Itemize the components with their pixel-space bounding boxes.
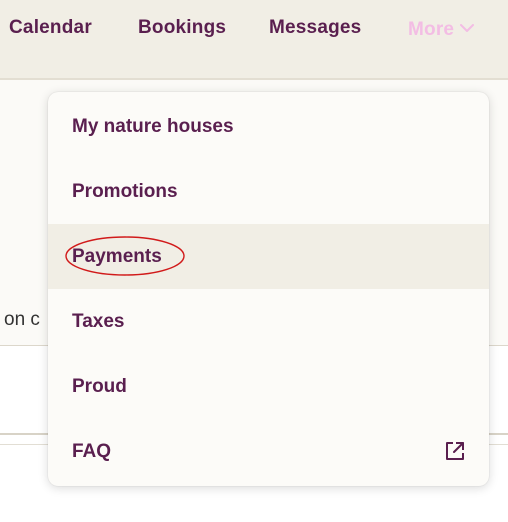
nav-more-label: More <box>408 19 455 40</box>
nav-more[interactable]: More <box>408 17 475 41</box>
background-text: on c <box>4 309 40 330</box>
nav-messages[interactable]: Messages <box>269 17 361 39</box>
menu-item-faq[interactable]: FAQ <box>48 419 489 484</box>
nav-bookings[interactable]: Bookings <box>138 17 226 39</box>
menu-item-label: Proud <box>72 375 127 397</box>
menu-item-label-wrap: Payments <box>65 235 185 276</box>
more-dropdown-menu: My nature houses Promotions Payments Tax… <box>48 92 489 486</box>
chevron-down-icon <box>460 17 475 39</box>
nav-calendar[interactable]: Calendar <box>9 17 92 39</box>
menu-item-my-nature-houses[interactable]: My nature houses <box>48 94 489 159</box>
menu-item-label: Taxes <box>72 310 125 332</box>
menu-item-proud[interactable]: Proud <box>48 354 489 419</box>
menu-item-payments[interactable]: Payments <box>48 224 489 289</box>
page: Calendar Bookings Messages More on c My … <box>0 0 508 522</box>
menu-item-taxes[interactable]: Taxes <box>48 289 489 354</box>
external-link-icon <box>446 442 464 460</box>
menu-item-label: My nature houses <box>72 115 234 137</box>
menu-item-label: FAQ <box>72 440 112 462</box>
menu-item-label: Promotions <box>72 180 178 202</box>
menu-item-promotions[interactable]: Promotions <box>48 159 489 224</box>
top-navigation: Calendar Bookings Messages More <box>0 0 508 80</box>
menu-item-label: Payments <box>72 245 162 267</box>
